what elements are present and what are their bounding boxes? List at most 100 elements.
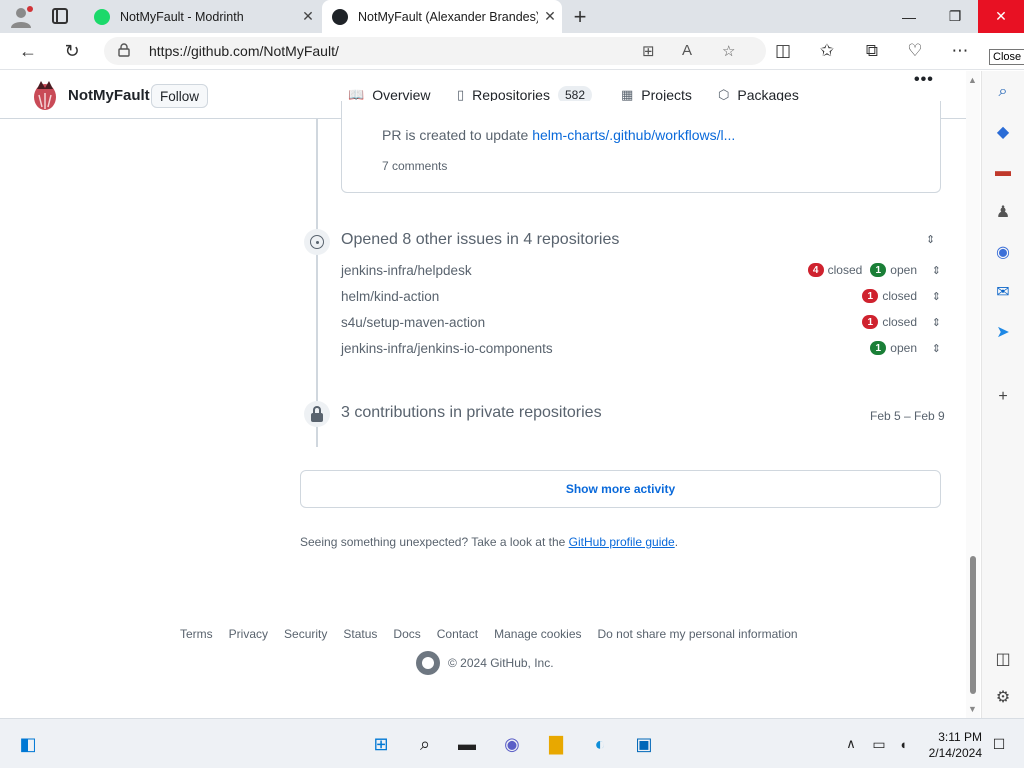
repo-link[interactable]: jenkins-infra/jenkins-io-components (341, 341, 553, 356)
pr-link[interactable]: helm-charts/.github/workflows/l... (532, 127, 735, 143)
closed-count-badge: 1 (862, 289, 879, 303)
collections-icon[interactable]: ⧉ (861, 41, 883, 61)
file-explorer-icon[interactable]: ▇ (543, 731, 569, 757)
scroll-up-icon[interactable]: ▲ (968, 75, 977, 85)
notifications-icon[interactable]: ☐ (986, 731, 1012, 757)
browser-tab-github[interactable]: NotMyFault (Alexander Brandes) ✕ (322, 0, 562, 33)
fold-icon[interactable]: ⇕ (932, 264, 941, 277)
repo-link[interactable]: jenkins-infra/helpdesk (341, 263, 472, 278)
fold-icon[interactable]: ⇕ (932, 316, 941, 329)
timeline-line (316, 119, 318, 447)
profile-icon[interactable] (8, 5, 34, 29)
footer-link-security[interactable]: Security (284, 627, 327, 641)
fold-icon[interactable]: ⇕ (932, 290, 941, 303)
repo-link[interactable]: helm/kind-action (341, 289, 439, 304)
store-icon[interactable]: ▣ (631, 731, 657, 757)
add-icon[interactable]: + (992, 386, 1014, 408)
list-item: jenkins-infra/helpdesk 4 closed 1 open ⇕ (341, 263, 941, 283)
page-scrollbar[interactable]: ▲ ▼ (966, 71, 980, 718)
microsoft-365-icon[interactable]: ◉ (992, 241, 1014, 263)
repo-link[interactable]: s4u/setup-maven-action (341, 315, 485, 330)
search-icon[interactable]: ⌕ (992, 81, 1014, 103)
scroll-down-icon[interactable]: ▼ (968, 704, 977, 714)
tab-actions-icon[interactable] (52, 8, 68, 24)
settings-more-icon[interactable]: ⋯ (949, 41, 971, 61)
pr-text: PR is created to update (382, 127, 533, 143)
read-aloud-icon[interactable]: A (682, 42, 692, 59)
footer-link-status[interactable]: Status (343, 627, 377, 641)
edge-sidebar: ⌕ ◆ ▬ ♟ ◉ ✉ ➤ + ◫ ⚙ (981, 71, 1024, 718)
split-screen-icon[interactable]: ◫ (772, 41, 794, 61)
sidebar-settings-icon[interactable]: ⚙ (992, 686, 1014, 708)
lock-icon (118, 43, 130, 57)
scrollbar-thumb[interactable] (970, 556, 976, 694)
note-suffix: . (674, 535, 679, 549)
footer-link-privacy[interactable]: Privacy (229, 627, 268, 641)
private-contributions-heading: 3 contributions in private repositories (341, 404, 602, 421)
show-hidden-icons-icon[interactable]: ∧ (838, 731, 864, 757)
tab-close-icon[interactable]: ✕ (296, 8, 320, 25)
games-icon[interactable]: ♟ (992, 201, 1014, 223)
network-icon[interactable]: ▭ (866, 731, 892, 757)
restore-button[interactable]: ❐ (932, 0, 978, 33)
footer-link-docs[interactable]: Docs (393, 627, 420, 641)
start-icon[interactable]: ⊞ (368, 731, 394, 757)
favorite-star-icon[interactable]: ☆ (722, 42, 735, 60)
favorites-icon[interactable]: ✩ (816, 41, 838, 61)
fold-icon[interactable]: ⇕ (932, 342, 941, 355)
github-logo-icon[interactable] (416, 651, 440, 675)
address-bar[interactable]: https://github.com/NotMyFault/ ⊞ A ☆ (104, 37, 766, 65)
volume-icon[interactable]: ◖ (890, 731, 916, 757)
pr-comments-count[interactable]: 7 comments (382, 159, 447, 173)
url-text[interactable]: https://github.com/NotMyFault/ (149, 43, 339, 59)
shopping-tag-icon[interactable]: ◆ (992, 121, 1014, 143)
lock-icon (304, 401, 330, 427)
profile-username[interactable]: NotMyFault (68, 87, 150, 104)
fold-icon[interactable]: ⇕ (926, 233, 935, 246)
hide-sidebar-icon[interactable]: ◫ (992, 648, 1014, 670)
footer-link-terms[interactable]: Terms (180, 627, 213, 641)
footer-link-do-not-share[interactable]: Do not share my personal information (598, 627, 798, 641)
avatar[interactable] (32, 79, 58, 111)
window-close-button[interactable]: ✕ (978, 0, 1024, 33)
chat-icon[interactable]: ◉ (499, 731, 525, 757)
browser-essentials-icon[interactable]: ♡ (904, 41, 926, 61)
github-profile-page: NotMyFault Follow 📖 Overview ▯ Repositor… (0, 71, 981, 718)
tab-title: NotMyFault - Modrinth (120, 9, 244, 24)
search-taskbar-icon[interactable]: ⌕ (412, 731, 438, 757)
follow-button[interactable]: Follow (151, 84, 209, 108)
drop-icon[interactable]: ➤ (992, 321, 1014, 343)
open-label[interactable]: open (890, 263, 917, 277)
list-item: jenkins-infra/jenkins-io-components 1 ope… (341, 341, 941, 361)
minimize-button[interactable]: — (886, 0, 932, 33)
private-contributions-date: Feb 5 – Feb 9 (870, 409, 945, 423)
back-icon[interactable]: ← (17, 41, 39, 62)
issue-stats: 1 closed (854, 289, 917, 303)
closed-count-badge: 1 (862, 315, 879, 329)
closed-label[interactable]: closed (882, 289, 917, 303)
closed-label[interactable]: closed (828, 263, 863, 277)
profile-guide-link[interactable]: GitHub profile guide (569, 535, 675, 549)
tab-close-icon[interactable]: ✕ (538, 8, 562, 25)
more-options-icon[interactable]: ••• (914, 71, 934, 89)
footer-copyright: © 2024 GitHub, Inc. (416, 651, 554, 675)
refresh-icon[interactable]: ↻ (61, 41, 83, 62)
widgets-icon[interactable]: ◧ (15, 731, 41, 757)
issue-stats: 4 closed 1 open (800, 263, 917, 277)
tools-icon[interactable]: ▬ (992, 161, 1014, 183)
browser-tab-modrinth[interactable]: NotMyFault - Modrinth ✕ (84, 0, 320, 33)
app-available-icon[interactable]: ⊞ (642, 42, 655, 60)
browser-tab-strip: NotMyFault - Modrinth ✕ NotMyFault (Alex… (0, 0, 1024, 33)
show-more-activity-button[interactable]: Show more activity (300, 470, 941, 508)
new-tab-button[interactable]: + (568, 4, 592, 30)
edge-icon[interactable]: ◐ (587, 731, 613, 757)
clock-time: 3:11 PM (938, 730, 982, 744)
outlook-icon[interactable]: ✉ (992, 281, 1014, 303)
footer-link-manage-cookies[interactable]: Manage cookies (494, 627, 581, 641)
windows-taskbar: ◧ ⊞ ⌕ ▬ ◉ ▇ ◐ ▣ ∧ ▭ ◖ 3:11 PM 2/14/2024 … (0, 718, 1024, 768)
system-clock[interactable]: 3:11 PM 2/14/2024 (926, 729, 982, 761)
footer-link-contact[interactable]: Contact (437, 627, 478, 641)
open-label[interactable]: open (890, 341, 917, 355)
task-view-icon[interactable]: ▬ (454, 731, 480, 757)
closed-label[interactable]: closed (882, 315, 917, 329)
